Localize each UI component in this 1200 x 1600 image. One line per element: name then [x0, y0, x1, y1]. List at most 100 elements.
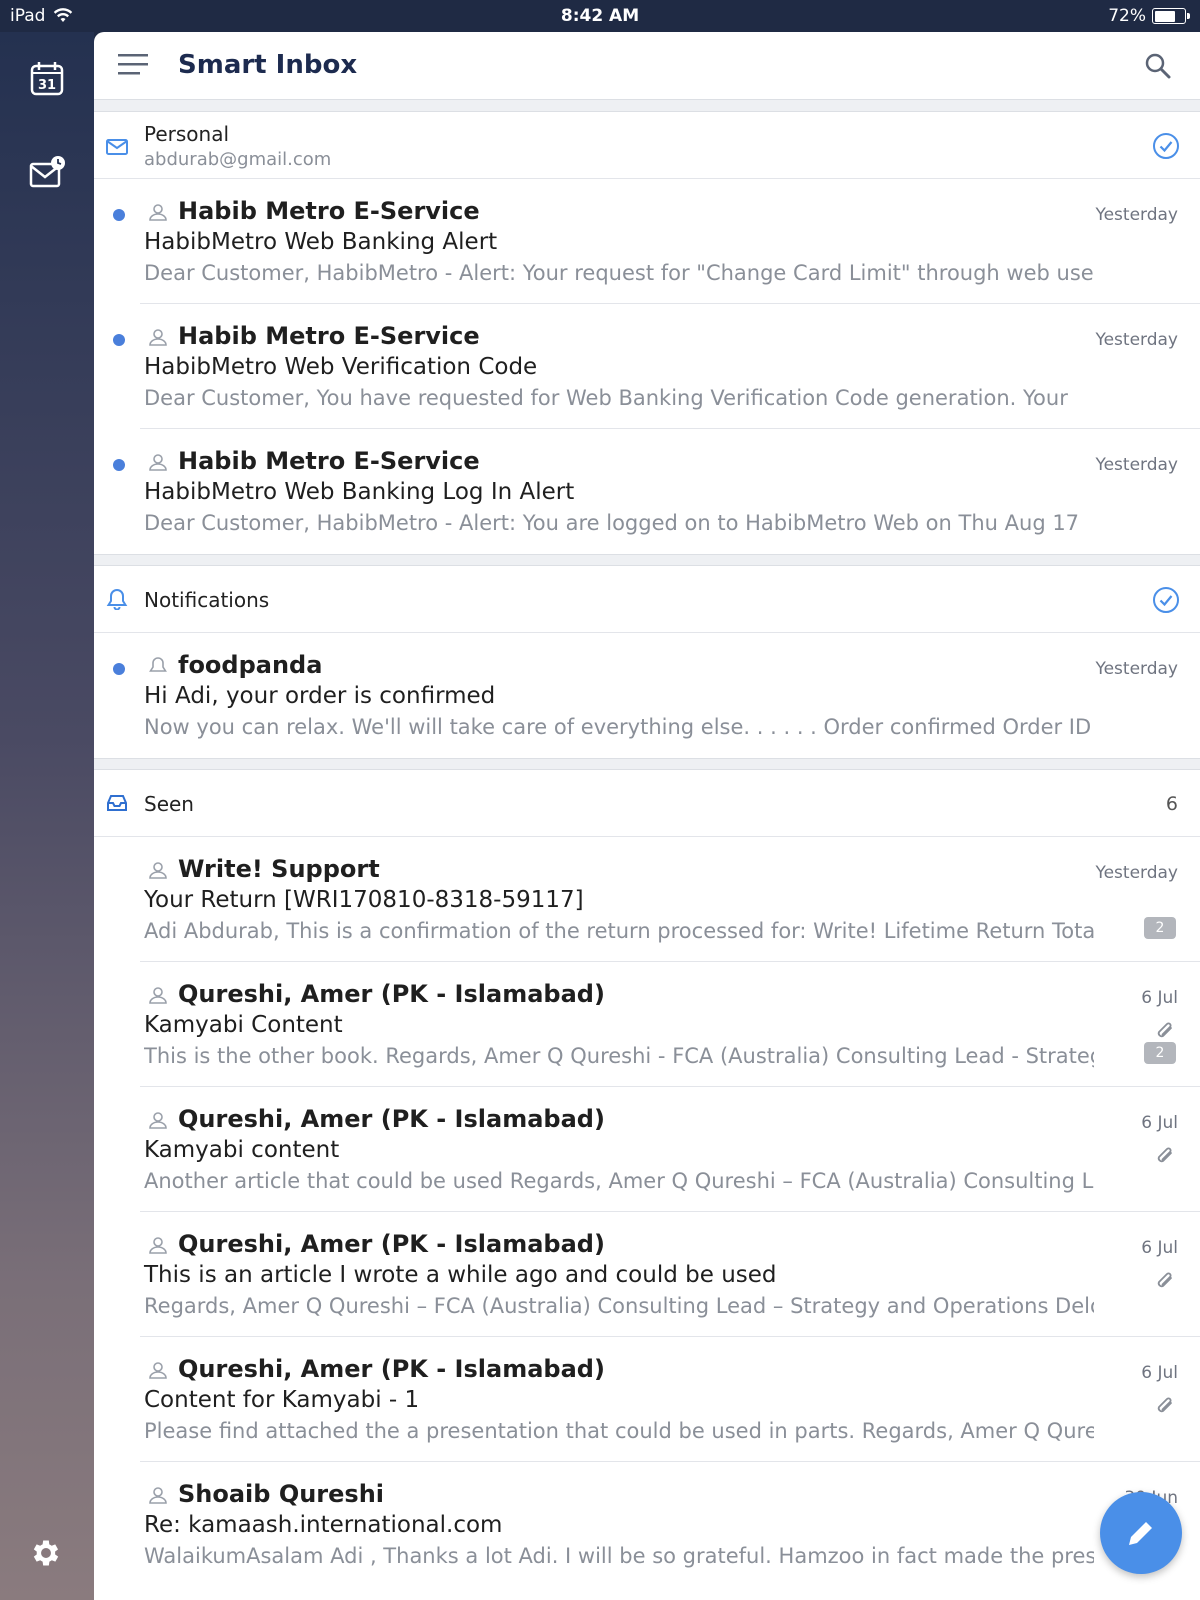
inbox-tray-icon — [107, 795, 127, 811]
mail-icon — [106, 139, 128, 155]
mail-item[interactable]: Qureshi, Amer (PK - Islamabad) Kamyabi C… — [140, 962, 1200, 1087]
person-icon — [149, 1362, 167, 1379]
section-gap — [94, 554, 1200, 566]
mail-subject: Your Return [WRI170810-8318-59117] — [144, 887, 584, 913]
mail-date: 6 Jul — [1141, 1363, 1178, 1383]
person-icon — [149, 1112, 167, 1129]
mark-all-read-check-icon[interactable] — [1152, 586, 1180, 614]
section-title: Notifications — [144, 588, 270, 612]
mail-date: Yesterday — [1095, 659, 1178, 679]
unread-dot — [113, 663, 125, 675]
status-bar: iPad 8:42 AM 72% — [0, 0, 1200, 32]
mail-item[interactable]: Habib Metro E-Service HabibMetro Web Ban… — [113, 429, 1200, 554]
calendar-icon[interactable]: 31 — [28, 60, 66, 98]
mail-sender: Shoaib Qureshi — [178, 1480, 385, 1508]
section-header-seen[interactable]: Seen 6 — [94, 770, 1200, 837]
inbox-panel: Smart Inbox Personal abdurab@gmail.com H… — [94, 32, 1200, 1600]
mail-item[interactable]: Habib Metro E-Service HabibMetro Web Ban… — [113, 179, 1200, 304]
section-header-personal[interactable]: Personal abdurab@gmail.com — [94, 112, 1200, 179]
mail-subject: HabibMetro Web Verification Code — [144, 354, 538, 380]
clock: 8:42 AM — [560, 6, 640, 26]
page-title: Smart Inbox — [178, 50, 358, 80]
compose-button[interactable] — [1100, 1492, 1182, 1574]
mail-item[interactable]: Qureshi, Amer (PK - Islamabad) Content f… — [140, 1337, 1200, 1462]
mail-sender: Qureshi, Amer (PK - Islamabad) — [178, 1230, 605, 1258]
person-icon — [149, 987, 167, 1004]
mail-sender: Qureshi, Amer (PK - Islamabad) — [178, 1105, 605, 1133]
mail-date: 6 Jul — [1141, 1238, 1178, 1258]
paperclip-icon — [1157, 1272, 1172, 1288]
mail-preview: Dear Customer, HabibMetro - Alert: You a… — [144, 511, 1080, 535]
inbox-header: Smart Inbox — [94, 32, 1200, 100]
notifications-mail-list: foodpanda Hi Adi, your order is confirme… — [94, 633, 1200, 758]
mail-sender: Habib Metro E-Service — [178, 322, 480, 350]
paperclip-icon — [1157, 1397, 1172, 1413]
mail-date: 6 Jul — [1141, 988, 1178, 1008]
mail-subject: This is an article I wrote a while ago a… — [144, 1262, 777, 1288]
mail-subject: Content for Kamyabi - 1 — [144, 1387, 420, 1413]
left-rail: 31 — [0, 32, 94, 1600]
mail-preview: Please find attached the a presentation … — [144, 1419, 1094, 1443]
mail-sender: foodpanda — [178, 651, 323, 679]
section-header-notifications[interactable]: Notifications — [94, 566, 1200, 633]
mail-item[interactable]: Write! Support Your Return [WRI170810-83… — [140, 837, 1200, 962]
person-icon — [149, 1487, 167, 1504]
mail-subject: Kamyabi Content — [144, 1012, 343, 1038]
personal-mail-list: Habib Metro E-Service HabibMetro Web Ban… — [94, 179, 1200, 554]
battery-percent: 72% — [1108, 6, 1146, 26]
mail-subject: Kamyabi content — [144, 1137, 340, 1163]
mail-preview: Another article that could be used Regar… — [144, 1169, 1094, 1193]
section-title: Personal — [144, 122, 230, 146]
mail-preview: WalaikumAsalam Adi , Thanks a lot Adi. I… — [144, 1544, 1094, 1568]
mail-subject: HabibMetro Web Banking Alert — [144, 229, 498, 255]
bell-icon — [149, 657, 167, 672]
mail-item[interactable]: Qureshi, Amer (PK - Islamabad) Kamyabi c… — [140, 1087, 1200, 1212]
mail-date: Yesterday — [1095, 205, 1178, 225]
person-icon — [149, 454, 167, 471]
mark-all-read-check-icon[interactable] — [1152, 132, 1180, 160]
calendar-day: 31 — [38, 78, 56, 93]
mail-preview: Now you can relax. We'll will take care … — [144, 715, 1094, 739]
search-icon[interactable] — [1144, 52, 1172, 80]
mail-sender: Habib Metro E-Service — [178, 447, 480, 475]
mail-preview: Regards, Amer Q Qureshi – FCA (Australia… — [144, 1294, 1094, 1318]
thread-count-badge: 2 — [1144, 1042, 1176, 1064]
person-icon — [149, 1237, 167, 1254]
paperclip-icon — [1157, 1147, 1172, 1163]
mail-preview: Adi Abdurab, This is a confirmation of t… — [144, 919, 1094, 943]
unread-dot — [113, 334, 125, 346]
pencil-icon — [1129, 1519, 1155, 1545]
mail-sender: Qureshi, Amer (PK - Islamabad) — [178, 980, 605, 1008]
mail-sender: Habib Metro E-Service — [178, 197, 480, 225]
hamburger-menu-icon[interactable] — [118, 52, 150, 78]
mail-date: 6 Jul — [1141, 1113, 1178, 1133]
mail-subject: Re: kamaash.international.com — [144, 1512, 503, 1538]
section-title: Seen — [144, 792, 194, 816]
paperclip-icon — [1157, 1022, 1172, 1038]
person-icon — [149, 329, 167, 346]
mail-date: Yesterday — [1095, 455, 1178, 475]
scheduled-mail-icon[interactable] — [28, 154, 66, 192]
seen-count: 6 — [1165, 793, 1178, 815]
mail-preview: This is the other book. Regards, Amer Q … — [144, 1044, 1094, 1068]
mail-item[interactable]: Qureshi, Amer (PK - Islamabad) This is a… — [140, 1212, 1200, 1337]
mail-item[interactable]: foodpanda Hi Adi, your order is confirme… — [113, 633, 1200, 758]
mail-date: Yesterday — [1095, 330, 1178, 350]
mail-preview: Dear Customer, HabibMetro - Alert: Your … — [144, 261, 1094, 285]
mail-item[interactable]: Habib Metro E-Service HabibMetro Web Ver… — [113, 304, 1200, 429]
unread-dot — [113, 459, 125, 471]
thread-count-badge: 2 — [1144, 917, 1176, 939]
mail-sender: Qureshi, Amer (PK - Islamabad) — [178, 1355, 605, 1383]
mail-subject: HabibMetro Web Banking Log In Alert — [144, 479, 575, 505]
section-gap — [94, 758, 1200, 770]
mail-item[interactable]: Shoaib Qureshi Re: kamaash.international… — [140, 1462, 1200, 1587]
account-email: abdurab@gmail.com — [144, 149, 332, 170]
settings-gear-icon[interactable] — [29, 1536, 67, 1574]
mail-sender: Write! Support — [178, 855, 380, 883]
mail-date: Yesterday — [1095, 863, 1178, 883]
person-icon — [149, 862, 167, 879]
mail-subject: Hi Adi, your order is confirmed — [144, 683, 496, 709]
bell-icon — [106, 588, 128, 610]
section-gap — [94, 100, 1200, 112]
mail-preview: Dear Customer, You have requested for We… — [144, 386, 1068, 410]
